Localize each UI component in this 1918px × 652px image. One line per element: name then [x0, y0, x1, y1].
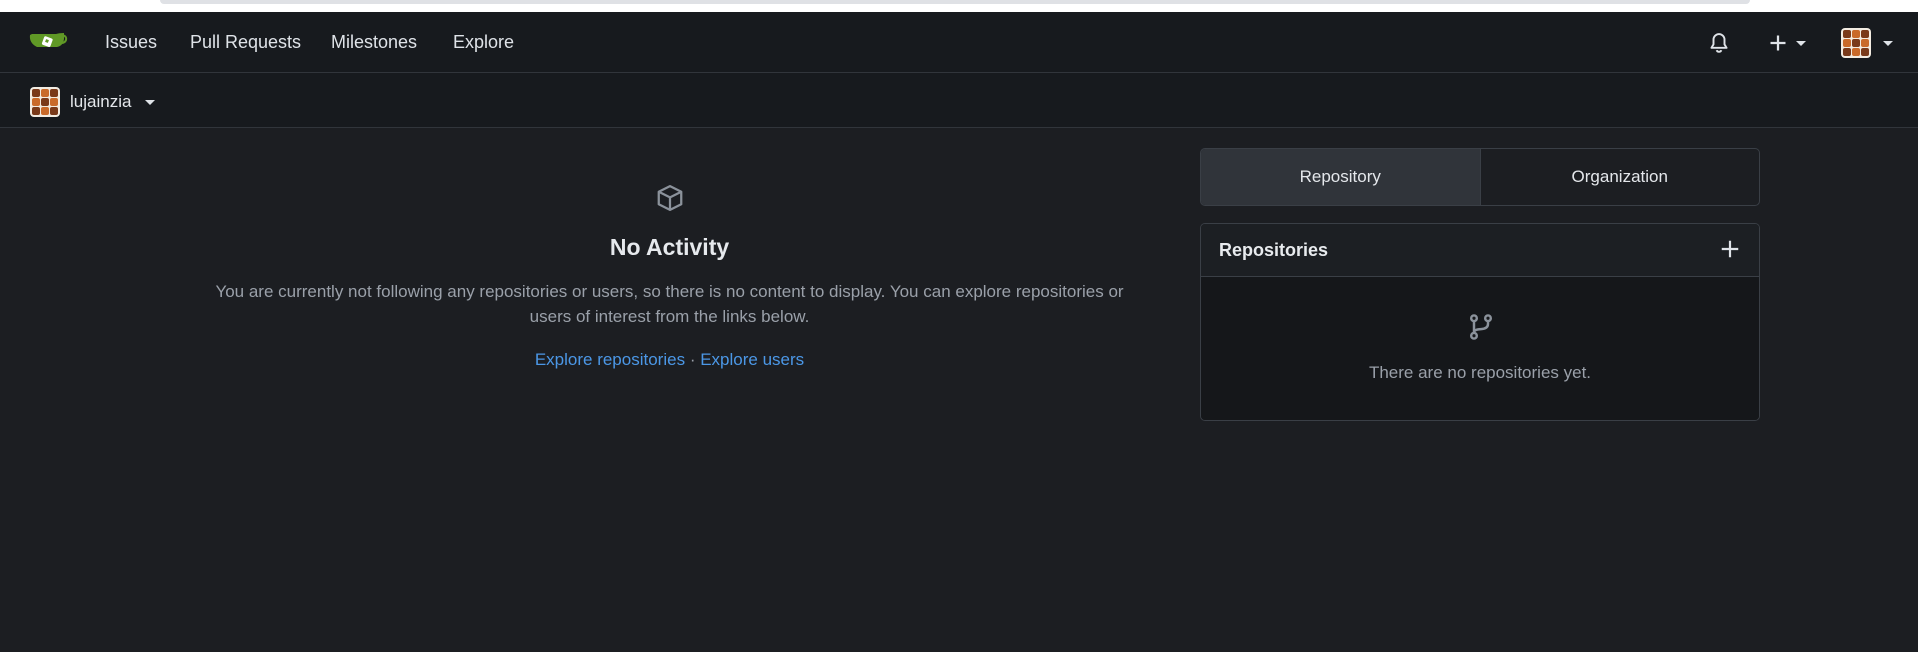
repositories-title: Repositories [1219, 240, 1329, 260]
context-bar: lujainzia [0, 73, 1918, 128]
empty-feed-title: No Activity [609, 234, 730, 260]
bell-icon [1710, 33, 1728, 53]
plus-icon [1770, 35, 1786, 51]
context-user-switcher[interactable]: lujainzia [30, 87, 156, 117]
notifications-button[interactable] [1708, 26, 1730, 60]
repositories-empty-message: There are no repositories yet. [1368, 363, 1592, 382]
tab-repository[interactable]: Repository [1201, 149, 1480, 205]
browser-address-bar-edge [160, 0, 1750, 4]
empty-feed-description: You are currently not following any repo… [215, 282, 1124, 326]
nav-issues[interactable]: Issues [105, 32, 157, 53]
dashboard-tabs: Repository Organization [1200, 148, 1760, 206]
avatar [30, 87, 60, 117]
nav-explore[interactable]: Explore [453, 32, 514, 53]
package-icon [657, 185, 683, 211]
nav-pull-requests[interactable]: Pull Requests [190, 32, 301, 53]
context-username: lujainzia [70, 92, 132, 111]
user-menu-button[interactable] [1841, 26, 1893, 60]
browser-chrome-strip [0, 0, 1918, 12]
new-repository-plus-icon[interactable] [1719, 238, 1741, 260]
chevron-down-icon [1883, 40, 1893, 46]
link-separator: · [689, 350, 696, 369]
nav-milestones[interactable]: Milestones [331, 32, 417, 53]
explore-users-link[interactable]: Explore users [700, 350, 804, 369]
explore-links: Explore repositories · Explore users [170, 350, 1169, 370]
explore-repositories-link[interactable]: Explore repositories [535, 350, 685, 369]
tab-organization[interactable]: Organization [1479, 149, 1760, 205]
repositories-panel: Repositories There are no repositories y… [1200, 223, 1760, 421]
chevron-down-icon [1796, 40, 1806, 46]
chevron-down-icon [145, 99, 156, 105]
avatar [1841, 28, 1871, 58]
create-menu-button[interactable] [1768, 26, 1806, 60]
repositories-empty-state: There are no repositories yet. [1201, 277, 1759, 420]
top-navbar: Issues Pull Requests Milestones Explore [0, 12, 1918, 73]
repo-forked-icon [1469, 314, 1493, 340]
repositories-panel-header: Repositories [1201, 224, 1759, 277]
gitea-logo-icon[interactable] [28, 30, 68, 56]
